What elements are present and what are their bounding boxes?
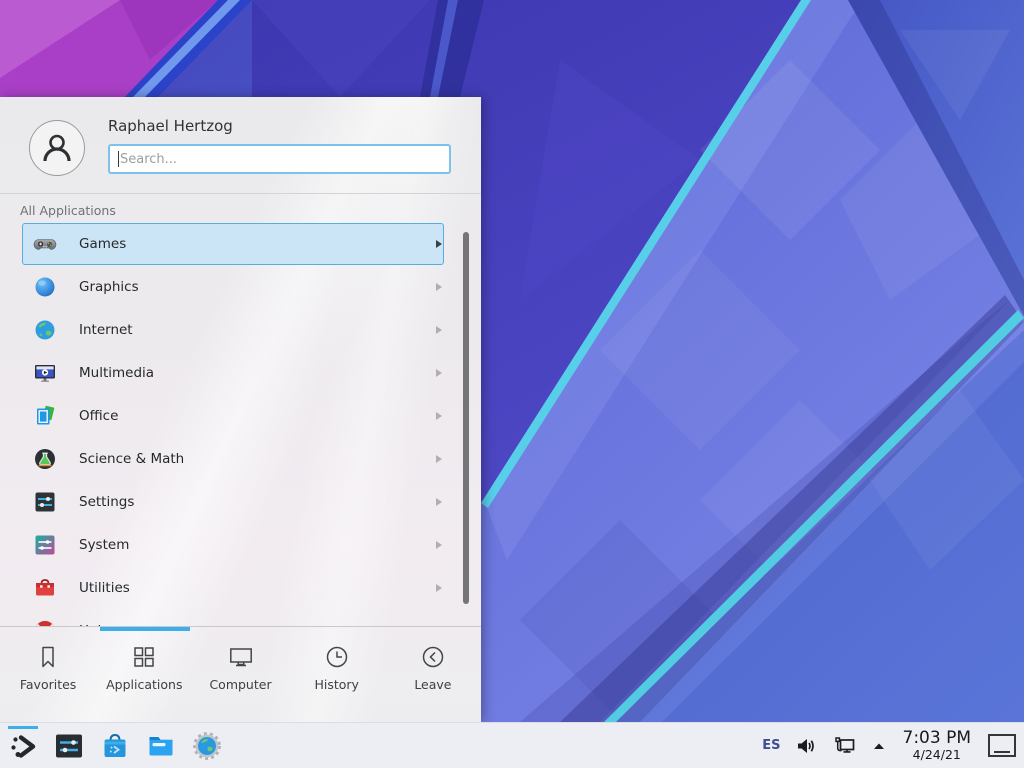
system-icon bbox=[33, 533, 57, 557]
submenu-arrow-icon bbox=[435, 368, 443, 378]
app-category-label: Utilities bbox=[79, 580, 130, 596]
active-tab-indicator bbox=[100, 627, 190, 631]
show-desktop-icon bbox=[994, 751, 1010, 753]
app-category-internet[interactable]: Internet bbox=[22, 309, 444, 351]
submenu-arrow-icon bbox=[435, 454, 443, 464]
kickoff-menu: Raphael Hertzog All Applications bbox=[0, 97, 481, 722]
submenu-arrow-icon bbox=[435, 540, 443, 550]
taskbar-discover-button[interactable] bbox=[99, 726, 131, 766]
dolphin-icon bbox=[146, 731, 176, 761]
app-category-label: System bbox=[79, 537, 129, 553]
tab-history[interactable]: History bbox=[289, 627, 385, 722]
tab-label: Applications bbox=[106, 677, 182, 692]
favorites-icon bbox=[35, 644, 61, 670]
settings-icon bbox=[33, 490, 57, 514]
text-caret bbox=[118, 151, 119, 167]
science-icon bbox=[33, 447, 57, 471]
submenu-arrow-icon bbox=[435, 325, 443, 335]
section-label: All Applications bbox=[20, 203, 481, 222]
tab-bar: Favorites Applications Computer bbox=[0, 626, 481, 722]
web-globe-icon bbox=[192, 731, 222, 761]
taskbar-dolphin-button[interactable] bbox=[145, 726, 177, 766]
applications-icon bbox=[131, 644, 157, 670]
kickoff-launcher-icon bbox=[8, 731, 38, 761]
app-category-system[interactable]: System bbox=[22, 524, 444, 566]
app-category-science-math[interactable]: Science & Math bbox=[22, 438, 444, 480]
keyboard-layout-indicator[interactable]: ES bbox=[762, 738, 780, 753]
tab-favorites[interactable]: Favorites bbox=[0, 627, 96, 722]
submenu-arrow-icon bbox=[435, 497, 443, 507]
app-category-label: Office bbox=[79, 408, 118, 424]
app-category-games[interactable]: Games bbox=[22, 223, 444, 265]
active-task-indicator bbox=[8, 726, 38, 729]
user-avatar-icon bbox=[37, 128, 77, 168]
app-category-settings[interactable]: Settings bbox=[22, 481, 444, 523]
tab-applications[interactable]: Applications bbox=[96, 627, 192, 722]
expand-tray-icon[interactable] bbox=[870, 737, 888, 755]
app-category-label: Multimedia bbox=[79, 365, 154, 381]
submenu-arrow-icon bbox=[435, 239, 443, 249]
tab-label: Favorites bbox=[20, 677, 76, 692]
taskbar-system-settings-button[interactable] bbox=[53, 726, 85, 766]
app-category-multimedia[interactable]: Multimedia bbox=[22, 352, 444, 394]
clock-time: 7:03 PM bbox=[903, 730, 972, 748]
app-category-graphics[interactable]: Graphics bbox=[22, 266, 444, 308]
internet-icon bbox=[33, 318, 57, 342]
taskbar-kickoff-button[interactable] bbox=[7, 726, 39, 766]
scrollbar-thumb[interactable] bbox=[463, 232, 469, 604]
graphics-icon bbox=[33, 275, 57, 299]
discover-icon bbox=[100, 731, 130, 761]
volume-icon[interactable] bbox=[794, 734, 818, 758]
help-icon bbox=[33, 619, 57, 626]
kickoff-header: Raphael Hertzog bbox=[0, 97, 481, 194]
utilities-icon bbox=[33, 576, 57, 600]
taskbar-panel: ES 7:03 PM 4/24/21 bbox=[0, 722, 1024, 768]
app-category-list: Games Graphics bbox=[0, 222, 481, 626]
system-settings-icon bbox=[54, 731, 84, 761]
app-category-label: Games bbox=[79, 236, 126, 252]
app-category-label: Science & Math bbox=[79, 451, 184, 467]
tab-computer[interactable]: Computer bbox=[192, 627, 288, 722]
tab-label: Computer bbox=[209, 677, 271, 692]
computer-icon bbox=[228, 644, 254, 670]
app-category-utilities[interactable]: Utilities bbox=[22, 567, 444, 609]
digital-clock[interactable]: 7:03 PM 4/24/21 bbox=[901, 730, 974, 761]
multimedia-icon bbox=[33, 361, 57, 385]
system-tray: ES 7:03 PM 4/24/21 bbox=[762, 730, 1016, 761]
desktop: Raphael Hertzog All Applications bbox=[0, 0, 1024, 768]
search-input[interactable] bbox=[108, 144, 451, 174]
submenu-arrow-icon bbox=[435, 282, 443, 292]
show-desktop-button[interactable] bbox=[988, 734, 1016, 757]
network-icon[interactable] bbox=[831, 734, 857, 758]
games-icon bbox=[33, 232, 57, 256]
leave-icon bbox=[420, 644, 446, 670]
tab-label: History bbox=[314, 677, 358, 692]
history-icon bbox=[324, 644, 350, 670]
office-icon bbox=[33, 404, 57, 428]
user-avatar[interactable] bbox=[29, 120, 85, 176]
search-input-field[interactable] bbox=[110, 146, 449, 172]
user-name: Raphael Hertzog bbox=[108, 117, 233, 135]
app-category-label: Settings bbox=[79, 494, 134, 510]
taskbar-web-globe-button[interactable] bbox=[191, 726, 223, 766]
clock-date: 4/24/21 bbox=[903, 748, 972, 761]
tab-leave[interactable]: Leave bbox=[385, 627, 481, 722]
app-category-label: Graphics bbox=[79, 279, 139, 295]
submenu-arrow-icon bbox=[435, 411, 443, 421]
app-category-office[interactable]: Office bbox=[22, 395, 444, 437]
app-category-help[interactable]: Help bbox=[22, 610, 444, 626]
tab-label: Leave bbox=[414, 677, 451, 692]
submenu-arrow-icon bbox=[435, 583, 443, 593]
app-category-label: Internet bbox=[79, 322, 133, 338]
